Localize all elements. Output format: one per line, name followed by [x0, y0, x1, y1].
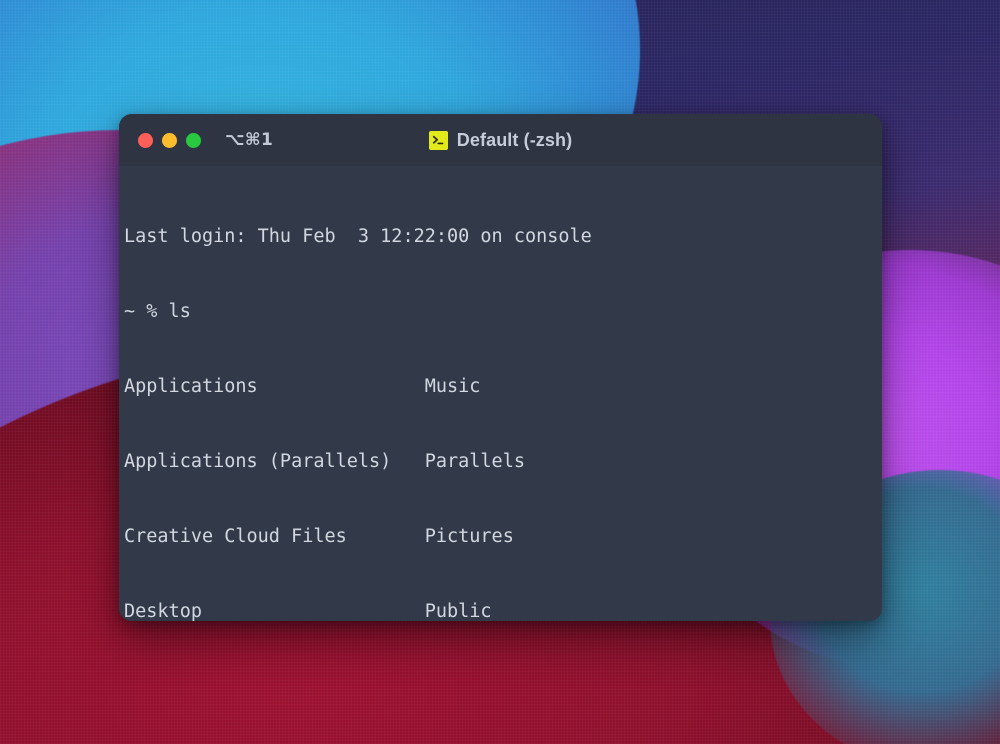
close-button[interactable]: [138, 132, 153, 148]
terminal-line: ~ % ls: [124, 301, 191, 322]
maximize-button[interactable]: [186, 132, 201, 148]
terminal-output-area[interactable]: Last login: Thu Feb 3 12:22:00 on consol…: [119, 166, 882, 621]
terminal-line: Applications (Parallels) Parallels: [124, 451, 525, 472]
window-shortcut-label: ⌥⌘1: [225, 130, 274, 150]
minimize-button[interactable]: [162, 132, 177, 148]
window-title-bar[interactable]: ⌥⌘1 Default (-zsh): [119, 114, 882, 166]
window-controls: [138, 132, 201, 148]
terminal-line: Creative Cloud Files Pictures: [124, 526, 514, 547]
window-title: Default (-zsh): [456, 129, 573, 150]
terminal-line: Applications Music: [124, 376, 481, 397]
terminal-prompt-icon: [428, 130, 448, 150]
terminal-line: Last login: Thu Feb 3 12:22:00 on consol…: [124, 226, 592, 247]
terminal-line: Desktop Public: [124, 601, 492, 621]
terminal-window[interactable]: ⌥⌘1 Default (-zsh) Last login: Thu Feb 3…: [119, 114, 882, 621]
